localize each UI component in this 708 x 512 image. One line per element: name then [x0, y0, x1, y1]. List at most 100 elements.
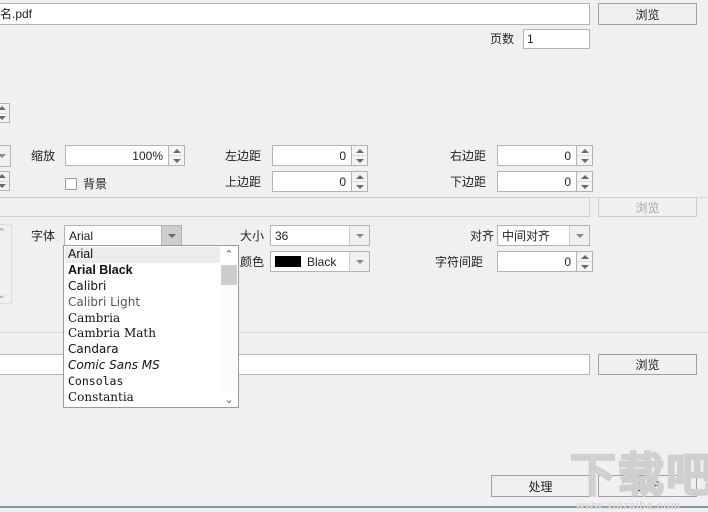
font-combo[interactable]: Arial — [64, 225, 182, 246]
source-file-input[interactable]: 名.pdf — [0, 3, 590, 25]
font-dropdown-item[interactable]: Consolas — [65, 374, 220, 390]
size-combo-value: 36 — [275, 228, 289, 243]
spinner-up-icon[interactable] — [169, 146, 184, 156]
background-checkbox[interactable]: 背景 — [65, 175, 107, 192]
font-dropdown-list[interactable]: Arial Arial Black Calibri Calibri Light Camb… — [63, 245, 239, 408]
font-dropdown-scrollbar[interactable]: ⌃ ⌄ — [221, 247, 237, 407]
font-dropdown-items: Arial Arial Black Calibri Calibri Light Camb… — [65, 247, 220, 406]
color-label: 颜色 — [240, 255, 265, 269]
color-combo-value: Black — [271, 255, 349, 269]
margin-bottom-value: 0 — [564, 174, 571, 189]
process-button[interactable]: 处理 — [491, 475, 590, 497]
margin-right-value: 0 — [564, 148, 571, 163]
close-button[interactable]: 关闭 — [598, 475, 697, 497]
align-label: 对齐 — [470, 229, 495, 243]
spinner-down-icon[interactable] — [352, 182, 367, 191]
spinner-up-icon[interactable] — [0, 104, 9, 114]
scroll-up-icon[interactable]: ⌃ — [221, 247, 237, 263]
checkbox-box[interactable] — [65, 177, 77, 190]
image-browse-label: 浏览 — [635, 200, 660, 215]
spinner-up-icon[interactable] — [352, 146, 367, 156]
scroll-up-icon[interactable]: ⌃ — [0, 225, 11, 241]
image-path-input[interactable] — [0, 197, 590, 217]
zoom-value: 100% — [132, 148, 163, 163]
font-dropdown-item[interactable]: Calibri — [65, 279, 220, 295]
clipped-spinner-top[interactable] — [0, 103, 10, 123]
spinner-down-icon[interactable] — [169, 156, 184, 165]
clipped-spinner-bottom[interactable] — [0, 171, 10, 191]
spinner-down-icon[interactable] — [0, 113, 9, 122]
image-browse-button[interactable]: 浏览 — [598, 197, 697, 217]
margin-left-spinner[interactable] — [352, 145, 368, 166]
left-vertical-scrollbar[interactable]: ⌃ ⌄ — [0, 224, 12, 304]
chevron-down-icon[interactable] — [349, 226, 369, 245]
font-dropdown-item[interactable]: Arial — [65, 247, 220, 263]
char-spacing-value: 0 — [564, 254, 571, 269]
margin-bottom-spinner[interactable] — [577, 171, 593, 192]
margin-left-input[interactable]: 0 — [272, 145, 352, 166]
margin-right-label: 右边距 — [450, 149, 487, 163]
char-spacing-spinner[interactable] — [577, 251, 593, 272]
source-browse-button[interactable]: 浏览 — [598, 3, 697, 25]
spinner-up-icon[interactable] — [577, 252, 592, 262]
scroll-down-icon[interactable]: ⌄ — [221, 392, 237, 407]
spinner-down-icon[interactable] — [0, 181, 9, 190]
margin-right-input[interactable]: 0 — [497, 145, 577, 166]
zoom-spinner[interactable] — [169, 145, 185, 166]
font-dropdown-item[interactable]: Cambria Math — [65, 326, 220, 342]
spinner-down-icon[interactable] — [577, 182, 592, 191]
font-dropdown-item[interactable]: Candara — [65, 342, 220, 358]
spinner-down-icon[interactable] — [577, 156, 592, 165]
close-label: 关闭 — [635, 479, 660, 494]
pages-label: 页数 — [490, 32, 515, 46]
spinner-up-icon[interactable] — [577, 172, 592, 182]
zoom-input[interactable]: 100% — [65, 145, 169, 166]
spinner-down-icon[interactable] — [577, 262, 592, 271]
clipped-combo[interactable] — [0, 145, 11, 167]
chevron-down-icon[interactable] — [0, 146, 10, 166]
color-name: Black — [307, 254, 337, 269]
char-spacing-label: 字符间距 — [435, 255, 484, 269]
scroll-down-icon[interactable]: ⌄ — [0, 287, 11, 303]
source-browse-label: 浏览 — [635, 7, 660, 22]
zoom-label: 缩放 — [31, 149, 56, 163]
process-label: 处理 — [528, 479, 553, 494]
font-dropdown-item[interactable]: Calibri Light — [65, 295, 220, 311]
chevron-down-icon[interactable] — [161, 226, 181, 245]
text-browse-button[interactable]: 浏览 — [598, 354, 697, 375]
dialog-pane: 名.pdf 浏览 页数 1 ⌃ ⌄ 缩放 100% 背景 左边距 0 上边距 0… — [0, 0, 708, 512]
background-label: 背景 — [83, 177, 108, 191]
margin-top-input[interactable]: 0 — [272, 171, 352, 192]
color-combo[interactable]: Black — [270, 251, 370, 272]
text-browse-label: 浏览 — [635, 358, 660, 372]
margin-bottom-input[interactable]: 0 — [497, 171, 577, 192]
scrollbar-thumb[interactable] — [221, 265, 237, 285]
spinner-up-icon[interactable] — [577, 146, 592, 156]
color-swatch-icon — [275, 256, 301, 267]
margin-top-value: 0 — [339, 174, 346, 189]
spinner-up-icon[interactable] — [0, 172, 9, 182]
chevron-down-icon[interactable] — [349, 252, 369, 271]
pages-value: 1 — [527, 32, 534, 46]
size-label: 大小 — [240, 229, 265, 243]
char-spacing-input[interactable]: 0 — [497, 251, 577, 272]
font-dropdown-item[interactable]: Constantia — [65, 390, 220, 406]
spinner-up-icon[interactable] — [352, 172, 367, 182]
font-dropdown-item[interactable]: Comic Sans MS — [65, 358, 220, 374]
font-dropdown-item[interactable]: Arial Black — [65, 263, 220, 279]
margin-left-value: 0 — [339, 148, 346, 163]
chevron-down-icon[interactable] — [569, 226, 589, 245]
size-combo[interactable]: 36 — [270, 225, 370, 246]
margin-top-label: 上边距 — [225, 175, 262, 189]
pages-input[interactable]: 1 — [523, 29, 590, 49]
margin-top-spinner[interactable] — [352, 171, 368, 192]
margin-left-label: 左边距 — [225, 149, 262, 163]
margin-right-spinner[interactable] — [577, 145, 593, 166]
align-combo[interactable]: 中间对齐 — [497, 225, 590, 246]
font-dropdown-item[interactable]: Cambria — [65, 311, 220, 327]
window-bottom-accent — [0, 506, 708, 508]
font-label: 字体 — [31, 229, 56, 243]
align-combo-value: 中间对齐 — [502, 229, 551, 243]
spinner-down-icon[interactable] — [352, 156, 367, 165]
margin-bottom-label: 下边距 — [450, 175, 487, 189]
